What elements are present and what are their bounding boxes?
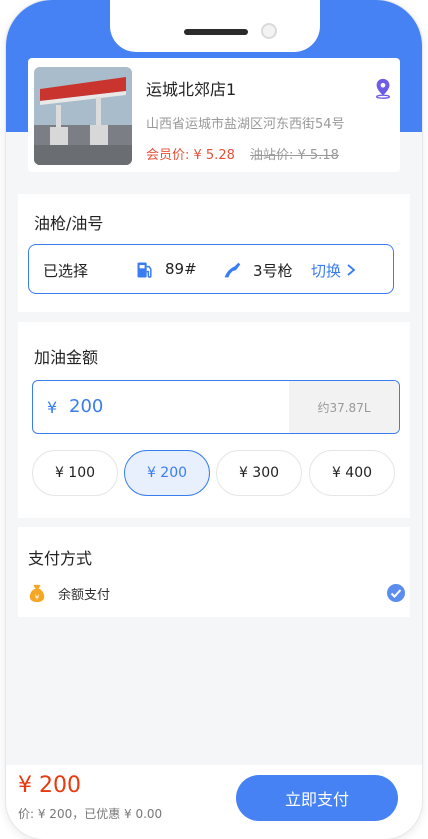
litre-estimate: 约37.87L — [289, 381, 399, 433]
phone-frame: 运城北郊店1 山西省运城市盐湖区河东西街54号 会员价: ¥ 5.28 油站价:… — [6, 0, 422, 839]
fuel-section: 油枪/油号 已选择 89# 3号枪 切换 — [18, 194, 410, 312]
preset-100-button[interactable]: ¥ 100 — [32, 450, 118, 496]
preset-300-button[interactable]: ¥ 300 — [216, 450, 302, 496]
payment-section-title: 支付方式 — [28, 549, 93, 568]
payment-section: 支付方式 ¥ 余额支付 — [18, 527, 410, 617]
chevron-right-icon — [347, 264, 356, 276]
amount-section-title: 加油金额 — [34, 348, 99, 367]
fuel-pump-icon — [137, 262, 152, 278]
station-card[interactable]: 运城北郊店1 山西省运城市盐湖区河东西街54号 会员价: ¥ 5.28 油站价:… — [28, 58, 400, 172]
gun-label: 3号枪 — [253, 262, 293, 280]
station-address: 山西省运城市盐湖区河东西街54号 — [146, 117, 345, 132]
amount-section: 加油金额 ¥ 约37.87L ¥ 100 ¥ 200 ¥ 300 ¥ 400 — [18, 322, 410, 518]
preset-400-button[interactable]: ¥ 400 — [309, 450, 395, 496]
fuel-grade: 89# — [165, 260, 197, 278]
bottom-bar: ¥ 200 价: ¥ 200，已优惠 ¥ 0.00 立即支付 — [6, 765, 422, 839]
svg-text:¥: ¥ — [35, 592, 40, 601]
switch-label: 切换 — [311, 261, 342, 280]
selected-label: 已选择 — [43, 262, 89, 280]
member-price: 会员价: ¥ 5.28 — [146, 148, 235, 163]
money-bag-icon: ¥ — [29, 584, 45, 602]
station-name: 运城北郊店1 — [146, 80, 237, 99]
fuel-selector[interactable]: 已选择 89# 3号枪 切换 — [28, 244, 394, 294]
station-photo — [34, 67, 132, 165]
location-pin-icon[interactable] — [372, 77, 394, 99]
fuel-section-title: 油枪/油号 — [34, 214, 104, 233]
amount-input-box[interactable]: ¥ 约37.87L — [32, 380, 400, 434]
preset-200-button[interactable]: ¥ 200 — [124, 450, 210, 496]
pay-now-button[interactable]: 立即支付 — [236, 775, 398, 821]
fuel-nozzle-icon — [224, 262, 241, 278]
payment-method-row[interactable]: ¥ 余额支付 — [18, 579, 410, 609]
total-detail: 价: ¥ 200，已优惠 ¥ 0.00 — [18, 807, 163, 821]
amount-input[interactable] — [69, 396, 269, 417]
speaker-grille — [184, 29, 248, 35]
phone-notch — [110, 0, 320, 52]
payment-method-label: 余额支付 — [58, 588, 111, 603]
total-amount: ¥ 200 — [18, 773, 81, 798]
check-circle-icon[interactable] — [386, 583, 406, 603]
front-camera — [261, 23, 277, 39]
currency-symbol: ¥ — [47, 398, 58, 417]
station-price: 油站价: ¥ 5.18 — [250, 148, 339, 163]
switch-button[interactable]: 切换 — [311, 257, 357, 283]
